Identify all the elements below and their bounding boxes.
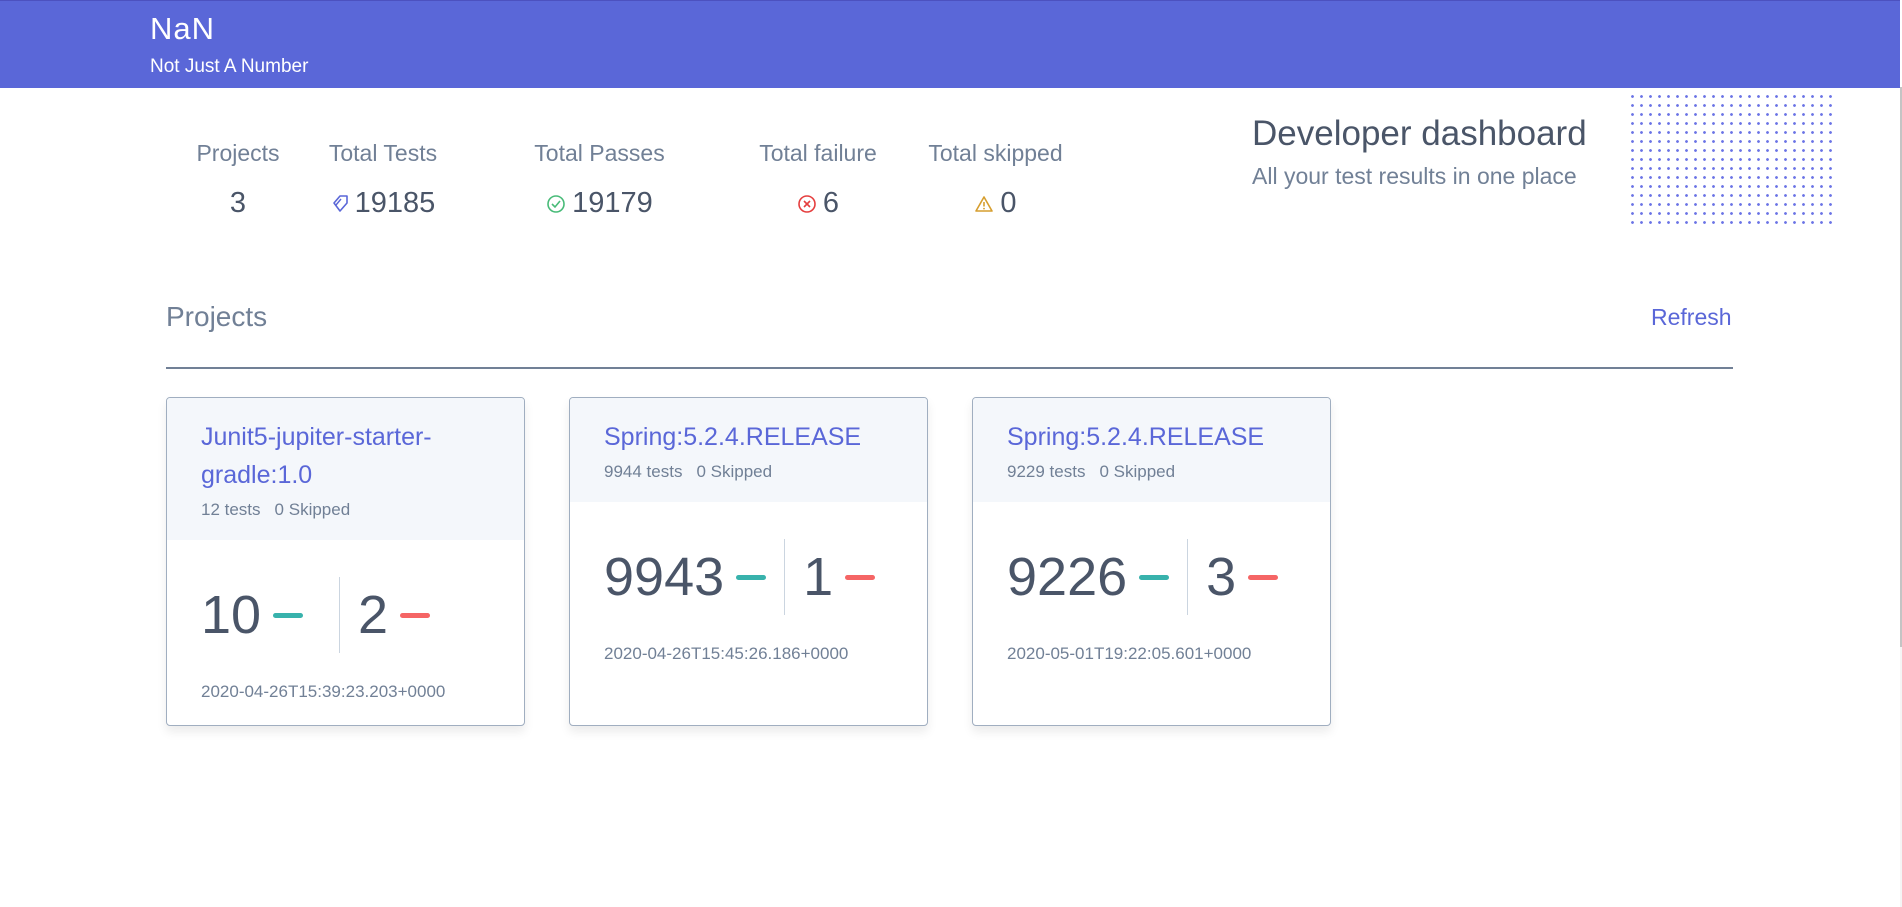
project-card[interactable]: Spring:5.2.4.RELEASE 9229 tests 0 Skipped…	[972, 397, 1331, 726]
project-test-count: 9944 tests	[604, 462, 683, 481]
app-title: NaN	[150, 11, 216, 46]
project-timestamp: 2020-04-26T15:39:23.203+0000	[201, 682, 446, 701]
project-failed-count: 2	[358, 585, 389, 645]
fail-indicator	[400, 612, 431, 618]
count-separator	[784, 539, 786, 615]
project-timestamp: 2020-05-01T19:22:05.601+0000	[1007, 644, 1252, 663]
stat-projects: Projects 3	[178, 140, 298, 220]
project-failed-count: 1	[803, 547, 834, 607]
project-passed-count: 9226	[1007, 547, 1128, 607]
stat-total-skipped-label: Total skipped	[928, 140, 1063, 166]
stat-total-failure-value: 6	[822, 187, 840, 219]
warning-icon	[974, 194, 994, 214]
projects-section-title: Projects	[166, 301, 268, 332]
dashboard-subtitle: All your test results in one place	[1252, 163, 1577, 189]
project-skipped-count: 0 Skipped	[696, 462, 773, 481]
project-passed-count: 9943	[604, 547, 725, 607]
stat-total-skipped-value: 0	[1000, 187, 1017, 219]
check-circle-icon	[546, 194, 566, 214]
stat-total-failure-label: Total failure	[759, 140, 877, 166]
project-failed-count: 3	[1206, 547, 1237, 607]
tag-icon	[331, 194, 349, 214]
fail-indicator	[1248, 574, 1279, 580]
project-passed-count: 10	[201, 585, 262, 645]
x-circle-icon	[797, 194, 817, 214]
stat-projects-label: Projects	[196, 140, 280, 166]
app-subtitle: Not Just A Number	[150, 56, 309, 77]
dashboard-title: Developer dashboard	[1252, 114, 1587, 153]
count-separator	[339, 577, 340, 653]
project-card[interactable]: Junit5-jupiter-starter-gradle:1.0 12 tes…	[166, 397, 525, 726]
project-skipped-count: 0 Skipped	[1099, 462, 1176, 481]
project-test-count: 12 tests	[201, 500, 261, 519]
project-card[interactable]: Spring:5.2.4.RELEASE 9944 tests 0 Skipped…	[569, 397, 928, 726]
stat-total-tests-value: 19185	[354, 187, 436, 219]
project-skipped-count: 0 Skipped	[274, 500, 351, 519]
pass-indicator	[1139, 574, 1170, 580]
stat-total-failure: Total failure 6	[748, 140, 888, 220]
stat-total-tests-label: Total Tests	[328, 140, 438, 166]
project-name-link[interactable]: Junit5-jupiter-starter-gradle:1.0	[201, 418, 481, 494]
project-name-link[interactable]: Spring:5.2.4.RELEASE	[1007, 418, 1296, 456]
dot-pattern-decoration	[1628, 92, 1834, 226]
stat-projects-value: 3	[229, 187, 247, 219]
pass-indicator	[273, 612, 304, 618]
stat-total-passes-value: 19179	[572, 187, 653, 219]
stat-total-passes-label: Total Passes	[534, 140, 665, 166]
project-name-link[interactable]: Spring:5.2.4.RELEASE	[604, 418, 893, 456]
fail-indicator	[845, 574, 876, 580]
pass-indicator	[736, 574, 767, 580]
project-timestamp: 2020-04-26T15:45:26.186+0000	[604, 644, 849, 663]
stat-total-skipped: Total skipped 0	[918, 140, 1073, 220]
app-header: NaN Not Just A Number	[0, 0, 1900, 88]
section-divider	[166, 367, 1733, 369]
count-separator	[1187, 539, 1189, 615]
stat-total-passes: Total Passes 19179	[522, 140, 677, 220]
stat-total-tests: Total Tests 19185	[318, 140, 448, 220]
refresh-link[interactable]: Refresh	[1651, 304, 1732, 331]
project-test-count: 9229 tests	[1007, 462, 1086, 481]
